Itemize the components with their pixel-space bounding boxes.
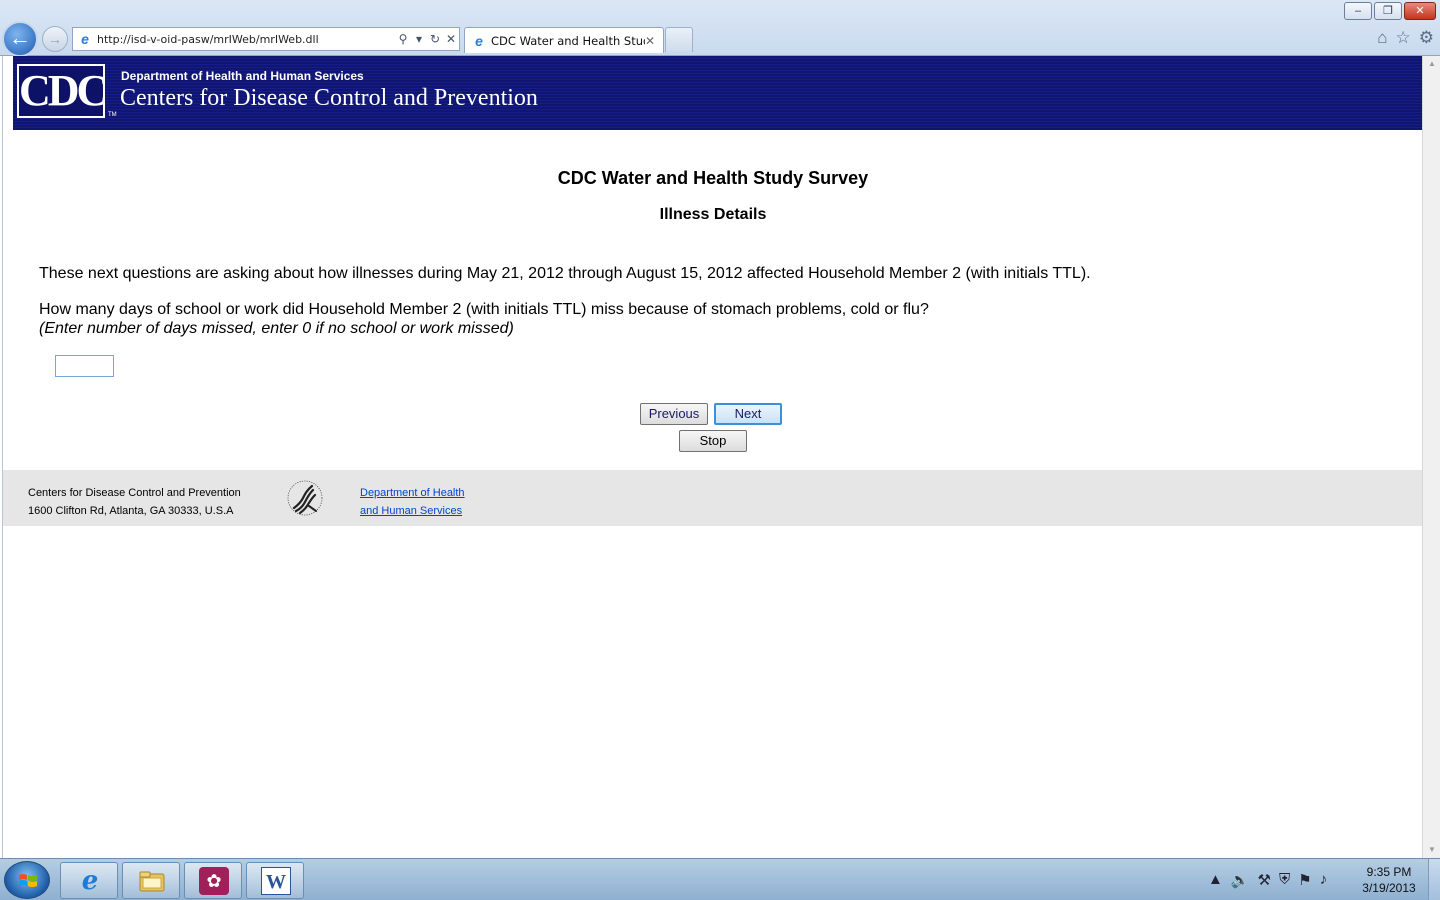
back-arrow-icon[interactable]: ← <box>2 21 38 57</box>
word-icon: W <box>261 867 291 895</box>
favorites-star-icon[interactable]: ☆ <box>1396 28 1411 48</box>
close-window-button[interactable]: ✕ <box>1404 2 1436 20</box>
page-footer: Centers for Disease Control and Preventi… <box>3 470 1423 526</box>
network-update-icon[interactable]: ▲ <box>1208 871 1223 889</box>
hhs-link[interactable]: Department of Health and Human Services <box>360 484 465 520</box>
minimize-button[interactable]: – <box>1344 2 1372 20</box>
tab-title: CDC Water and Health Study <box>491 33 645 48</box>
scroll-down-icon[interactable]: ▼ <box>1423 842 1440 858</box>
stop-icon[interactable]: ✕ <box>443 32 459 46</box>
tab-ie-icon: e <box>475 32 483 49</box>
taskbar-clock[interactable]: 9:35 PM 3/19/2013 <box>1358 864 1420 896</box>
next-button[interactable]: Next <box>714 403 782 425</box>
browser-toolbar-right: ⌂ ☆ ⚙ <box>1377 28 1434 48</box>
previous-button[interactable]: Previous <box>640 403 708 425</box>
footer-address: Centers for Disease Control and Preventi… <box>28 484 241 520</box>
tab-close-icon[interactable]: ✕ <box>645 34 659 48</box>
file-explorer-icon <box>139 871 165 892</box>
trademark-mark: TM <box>108 112 117 118</box>
address-bar[interactable]: e http://isd-v-oid-pasw/mrIWeb/mrIWeb.dl… <box>72 27 460 51</box>
scroll-up-icon[interactable]: ▲ <box>1423 56 1440 72</box>
department-name: Department of Health and Human Services <box>121 69 364 83</box>
home-icon[interactable]: ⌂ <box>1377 28 1387 48</box>
clock-date: 3/19/2013 <box>1362 881 1416 895</box>
tools-icon[interactable]: ⚒ <box>1258 871 1271 889</box>
start-button[interactable] <box>4 861 50 899</box>
address-url[interactable]: http://isd-v-oid-pasw/mrIWeb/mrIWeb.dll <box>97 33 395 46</box>
days-missed-input[interactable] <box>55 355 114 377</box>
settings-gear-icon[interactable]: ⚙ <box>1419 28 1434 48</box>
window-controls: – ❐ ✕ <box>1344 2 1436 20</box>
action-center-icon[interactable]: ⚑ <box>1298 871 1311 889</box>
taskbar-explorer-button[interactable] <box>122 862 180 899</box>
show-desktop-button[interactable] <box>1428 859 1440 900</box>
dropdown-icon[interactable]: ▾ <box>411 32 427 46</box>
hhs-eagle-logo <box>287 480 323 516</box>
speaker-alert-icon[interactable]: 🔈 <box>1231 871 1250 889</box>
internet-explorer-icon: e <box>81 866 99 896</box>
windows-flag-icon <box>19 874 37 887</box>
hhs-link-line2[interactable]: and Human Services <box>360 502 465 520</box>
instruction-text: (Enter number of days missed, enter 0 if… <box>39 320 514 337</box>
stop-button[interactable]: Stop <box>679 430 747 452</box>
security-shield-icon[interactable]: ⛨ <box>1279 871 1290 889</box>
system-tray: ▲ 🔈 ⚒ ⛨ ⚑ ♪ <box>1208 871 1327 889</box>
windows-taskbar: e ✿ W ▲ 🔈 ⚒ ⛨ ⚑ ♪ 9:35 PM 3/19/2013 <box>0 858 1440 900</box>
browser-chrome: – ❐ ✕ ← → e http://isd-v-oid-pasw/mrIWeb… <box>0 0 1440 57</box>
question-text: How many days of school or work did Hous… <box>39 301 929 318</box>
restore-button[interactable]: ❐ <box>1374 2 1402 20</box>
section-title: Illness Details <box>659 206 767 223</box>
taskbar-ie-button[interactable]: e <box>60 862 118 899</box>
hhs-link-line1[interactable]: Department of Health <box>360 484 465 502</box>
volume-icon[interactable]: ♪ <box>1320 871 1328 889</box>
vertical-scrollbar[interactable]: ▲ ▼ <box>1422 56 1440 858</box>
footer-org-address: 1600 Clifton Rd, Atlanta, GA 30333, U.S.… <box>28 505 234 517</box>
new-tab-button[interactable] <box>665 27 693 52</box>
agency-name: Centers for Disease Control and Preventi… <box>120 85 538 111</box>
app-icon: ✿ <box>199 867 229 895</box>
refresh-icon[interactable]: ↻ <box>427 32 443 46</box>
cdc-logo: CDC <box>17 64 108 118</box>
forward-arrow-icon[interactable]: → <box>42 26 68 52</box>
browser-tab[interactable]: e CDC Water and Health Study ✕ <box>464 27 664 53</box>
search-icon[interactable]: ⚲ <box>395 32 411 46</box>
clock-time: 9:35 PM <box>1366 865 1412 879</box>
intro-text: These next questions are asking about ho… <box>39 265 1091 282</box>
survey-title: CDC Water and Health Study Survey <box>557 168 869 188</box>
cdc-banner: CDC TM Department of Health and Human Se… <box>13 56 1422 130</box>
taskbar-word-button[interactable]: W <box>246 862 304 899</box>
footer-org-name: Centers for Disease Control and Preventi… <box>28 487 241 499</box>
page-content: CDC TM Department of Health and Human Se… <box>2 56 1423 858</box>
taskbar-app-button[interactable]: ✿ <box>184 862 242 899</box>
ie-page-icon: e <box>81 31 89 47</box>
